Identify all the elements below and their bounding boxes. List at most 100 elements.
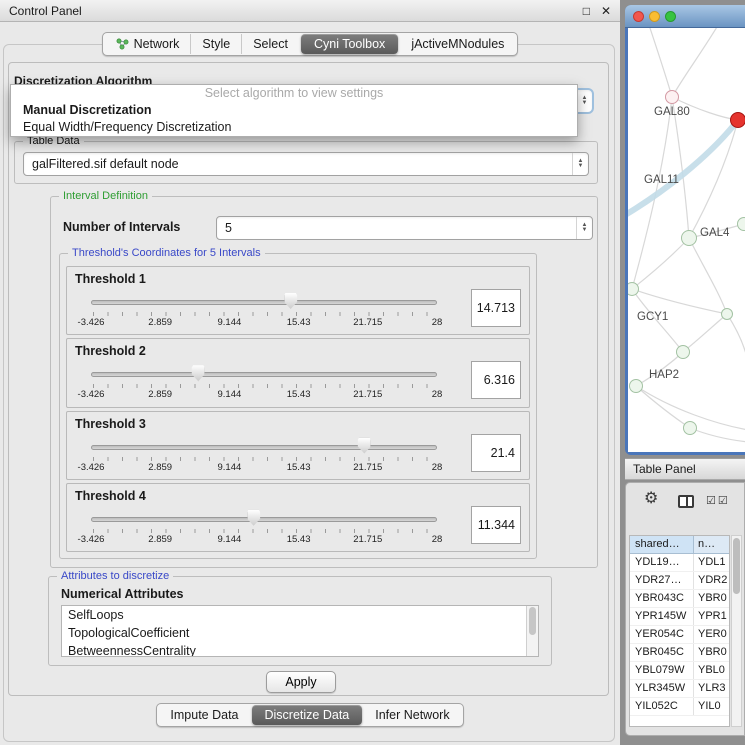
scale-label: 15.43 [287,389,311,400]
cell-shared-name[interactable]: YLR345W [630,680,694,697]
select-columns-check-icon[interactable]: ☑☑ [706,494,730,507]
attribute-list-item[interactable]: SelfLoops [62,606,538,624]
network-node[interactable] [721,308,733,320]
cell-shared-name[interactable]: YDL19… [630,554,694,571]
scale-label: 9.144 [218,462,242,473]
network-node[interactable] [629,379,643,393]
cell-name[interactable]: YDL1 [694,554,729,571]
cell-name[interactable]: YIL0 [694,698,729,715]
tab-style[interactable]: Style [190,34,241,54]
network-node[interactable] [737,217,745,231]
table-row[interactable]: YIL052C YIL0 [630,698,729,716]
scale-label: 15.43 [287,462,311,473]
threshold-slider[interactable]: -3.426 2.859 9.144 15.43 21.715 28 [91,436,437,477]
attributes-scrollbar[interactable] [526,606,538,656]
tab-infer-network[interactable]: Infer Network [364,705,460,725]
tab-discretize-data[interactable]: Discretize Data [252,705,363,725]
network-node[interactable] [730,112,745,128]
slider-thumb[interactable] [358,438,371,454]
slider-thumb[interactable] [284,293,297,309]
tab-impute-data[interactable]: Impute Data [159,705,249,725]
table-row[interactable]: YPR145W YPR1 [630,608,729,626]
table-data-group: Table Data galFiltered.sif default node … [14,141,598,184]
tab-select[interactable]: Select [241,34,299,54]
attributes-list[interactable]: SelfLoops TopologicalCoefficient Between… [61,605,539,657]
table-row[interactable]: YBR043C YBR0 [630,590,729,608]
network-node[interactable] [683,421,697,435]
cell-shared-name[interactable]: YBR045C [630,644,694,661]
column-header-name[interactable]: n… [694,536,729,553]
slider-thumb[interactable] [247,510,260,526]
table-header-row: shared… n… [630,536,729,554]
cell-name[interactable]: YER0 [694,626,729,643]
tab-label: Infer Network [375,708,449,722]
float-window-icon[interactable]: □ [583,5,590,17]
scale-label: 21.715 [353,389,382,400]
network-nodes: GAL80GAL11GAL4GCY1HAP2 [628,28,745,452]
minimize-traffic-light-button[interactable] [649,11,660,22]
scale-label: 2.859 [148,317,172,328]
close-window-icon[interactable]: ✕ [601,5,611,17]
combo-stepper-icon[interactable]: ▲▼ [576,90,592,112]
number-of-intervals-combobox[interactable]: 5 ▲▼ [216,216,593,240]
threshold-panels: Threshold 1 -3.426 2.859 9.144 15.43 21.… [66,266,530,552]
table-row[interactable]: YBL079W YBL0 [630,662,729,680]
network-node[interactable] [676,345,690,359]
threshold-value-field[interactable]: 14.713 [471,289,521,327]
gear-icon[interactable]: ⚙ [644,491,658,507]
threshold-value-field[interactable]: 21.4 [471,434,521,472]
attribute-list-item[interactable]: TopologicalCoefficient [62,624,538,642]
cell-name[interactable]: YBL0 [694,662,729,679]
tab-jactivemnodules[interactable]: jActiveMNodules [400,34,515,54]
dropdown-option-manual[interactable]: Manual Discretization [11,102,577,119]
table-row[interactable]: YDL19… YDL1 [630,554,729,572]
tab-label: Discretize Data [265,708,350,722]
close-traffic-light-button[interactable] [633,11,644,22]
scrollbar-thumb[interactable] [529,607,536,635]
column-header-shared-name[interactable]: shared… [630,536,694,553]
threshold-slider[interactable]: -3.426 2.859 9.144 15.43 21.715 28 [91,363,437,404]
cell-name[interactable]: YPR1 [694,608,729,625]
cell-shared-name[interactable]: YDR27… [630,572,694,589]
cell-shared-name[interactable]: YER054C [630,626,694,643]
table-row[interactable]: YER054C YER0 [630,626,729,644]
slider-thumb[interactable] [192,365,205,381]
dropdown-option-equal-width[interactable]: Equal Width/Frequency Discretization [11,119,577,136]
zoom-traffic-light-button[interactable] [665,11,676,22]
threshold-value-field[interactable]: 6.316 [471,361,521,399]
network-canvas[interactable]: GAL80GAL11GAL4GCY1HAP2 [628,28,745,452]
attribute-list-item[interactable]: BetweennessCentrality [62,642,538,657]
attributes-group: Attributes to discretize Numerical Attri… [48,576,552,666]
network-node[interactable] [665,90,679,104]
scale-label: 9.144 [218,389,242,400]
tab-cyni-toolbox[interactable]: Cyni Toolbox [301,34,398,54]
scrollbar-thumb[interactable] [733,538,740,594]
network-node[interactable] [681,230,697,246]
cell-name[interactable]: YDR2 [694,572,729,589]
cell-name[interactable]: YBR0 [694,590,729,607]
cell-shared-name[interactable]: YBR043C [630,590,694,607]
apply-button[interactable]: Apply [266,671,336,693]
cell-shared-name[interactable]: YIL052C [630,698,694,715]
table-scrollbar[interactable] [731,535,742,727]
table-data-combobox[interactable]: galFiltered.sif default node ▲▼ [23,152,589,176]
columns-icon[interactable] [678,495,694,508]
threshold-slider[interactable]: -3.426 2.859 9.144 15.43 21.715 28 [91,508,437,549]
threshold-value-field[interactable]: 11.344 [471,506,521,544]
tab-label: Impute Data [170,708,238,722]
cell-name[interactable]: YBR0 [694,644,729,661]
scale-label: 28 [432,317,443,328]
table-row[interactable]: YBR045C YBR0 [630,644,729,662]
table-row[interactable]: YDR27… YDR2 [630,572,729,590]
network-node[interactable] [628,282,639,296]
slider-ticks [93,312,435,316]
table-row[interactable]: YLR345W YLR3 [630,680,729,698]
threshold-slider[interactable]: -3.426 2.859 9.144 15.43 21.715 28 [91,291,437,332]
combo-stepper-icon[interactable]: ▲▼ [572,153,588,175]
dropdown-placeholder-item[interactable]: Select algorithm to view settings [11,85,577,102]
cell-shared-name[interactable]: YBL079W [630,662,694,679]
combo-stepper-icon[interactable]: ▲▼ [576,217,592,239]
cell-shared-name[interactable]: YPR145W [630,608,694,625]
cell-name[interactable]: YLR3 [694,680,729,697]
tab-network[interactable]: Network [105,34,191,54]
